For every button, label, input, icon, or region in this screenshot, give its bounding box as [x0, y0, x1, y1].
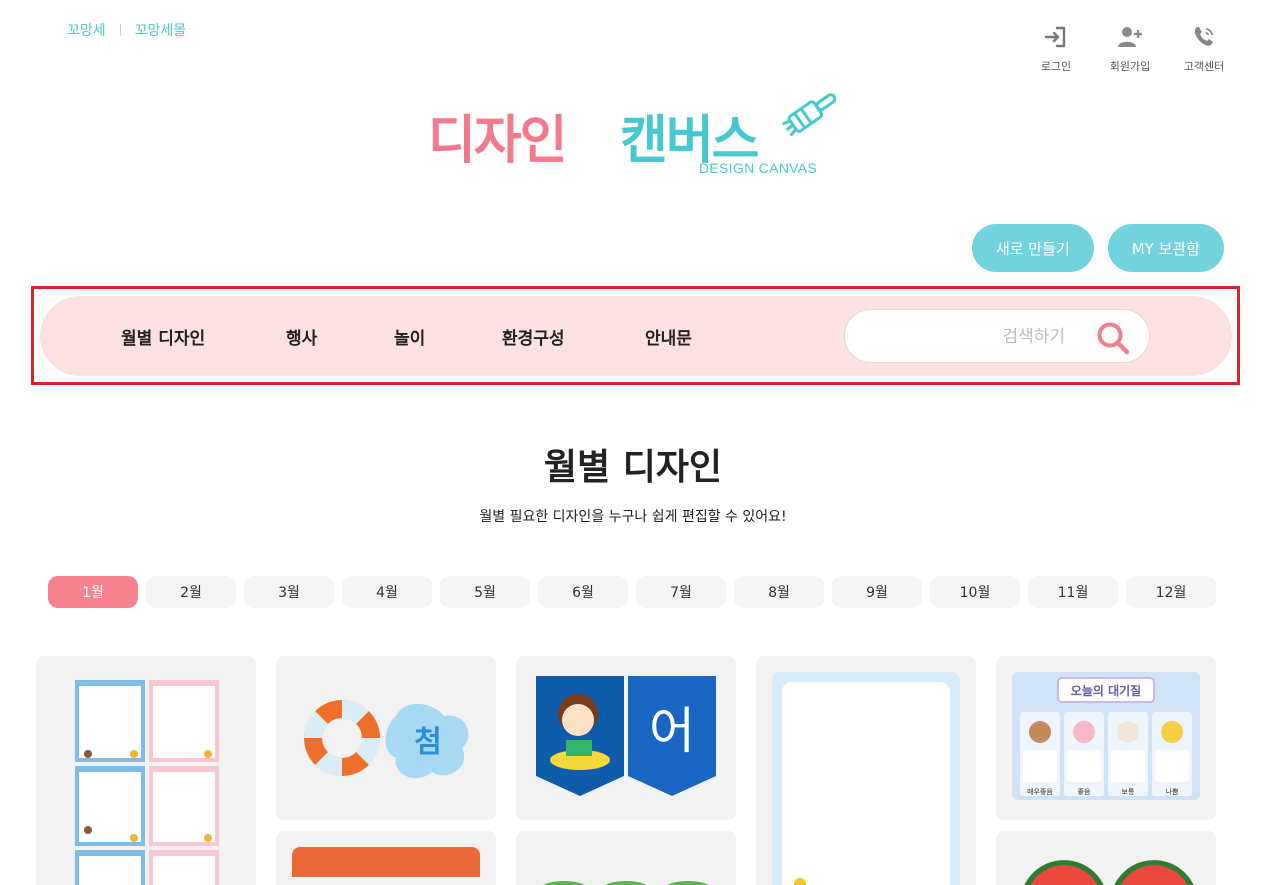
month-tab-4[interactable]: 4월 [342, 576, 432, 608]
watermelon-thumbnail [1024, 860, 1194, 885]
action-buttons: 새로 만들기 MY 보관함 [971, 224, 1224, 272]
new-design-button[interactable]: 새로 만들기 [971, 224, 1094, 272]
nav-item-environment[interactable]: 환경구성 [502, 324, 565, 349]
banner-thumbnail: 어 [536, 676, 716, 796]
link-kkomangse[interactable]: 꼬망세 [67, 20, 106, 40]
swim-tube-thumbnail: 첨 [303, 699, 469, 779]
my-storage-button[interactable]: MY 보관함 [1107, 224, 1224, 272]
login-label: 로그인 [1040, 60, 1072, 73]
month-tab-12[interactable]: 12월 [1126, 576, 1216, 608]
login-button[interactable]: 로그인 [1034, 24, 1078, 74]
main-nav: 월별 디자인 행사 놀이 환경구성 안내문 [40, 296, 1232, 376]
search-icon[interactable] [1095, 320, 1131, 356]
design-card-watermelon-strip[interactable] [276, 831, 496, 885]
month-tab-2[interactable]: 2월 [146, 576, 236, 608]
login-icon [1044, 26, 1066, 48]
utility-menu: 로그인 회원가입 고객센터 [1034, 24, 1226, 74]
month-tab-6[interactable]: 6월 [538, 576, 628, 608]
month-tab-8[interactable]: 8월 [734, 576, 824, 608]
tube-letter: 첨 [414, 725, 442, 760]
board-title: 오늘의 대기질 [1071, 683, 1141, 698]
search-input[interactable] [865, 324, 1065, 350]
link-kkomangse-mall[interactable]: 꼬망세몰 [135, 20, 187, 40]
nav-item-event[interactable]: 행사 [286, 324, 317, 349]
month-tab-1[interactable]: 1월 [48, 576, 138, 608]
signup-button[interactable]: 회원가입 [1108, 24, 1152, 74]
logo-subtitle: DESIGN CANVAS [699, 160, 817, 176]
green-shapes-thumbnail [543, 881, 709, 885]
month-tab-3[interactable]: 3월 [244, 576, 334, 608]
nav-item-monthly[interactable]: 월별 디자인 [121, 324, 205, 349]
photo-frame-thumbnail [75, 680, 219, 885]
month-tab-5[interactable]: 5월 [440, 576, 530, 608]
top-links: 꼬망세 꼬망세몰 [67, 20, 186, 40]
paint-brush-icon [781, 93, 837, 137]
month-tab-7[interactable]: 7월 [636, 576, 726, 608]
design-card-photo-frames[interactable] [36, 656, 256, 885]
board-label-good: 좋음 [1078, 788, 1091, 796]
month-tab-10[interactable]: 10월 [930, 576, 1020, 608]
watermelon-strip-thumbnail [292, 847, 480, 877]
customer-center-label: 고객센터 [1183, 60, 1225, 73]
design-card-green-shapes[interactable] [516, 831, 736, 885]
design-card-watermelon[interactable] [996, 831, 1216, 885]
month-tab-11[interactable]: 11월 [1028, 576, 1118, 608]
board-label-very-good: 매우좋음 [1027, 788, 1053, 796]
nav-item-notice[interactable]: 안내문 [645, 324, 692, 349]
air-quality-thumbnail: 오늘의 대기질 매우좋음 좋음 보통 나쁨 [1012, 672, 1200, 800]
design-card-blue-frame[interactable] [756, 656, 976, 885]
search-box [844, 309, 1150, 363]
add-user-icon [1118, 27, 1142, 47]
divider [119, 24, 121, 36]
nav-item-play[interactable]: 놀이 [394, 324, 425, 349]
design-card-air-quality[interactable]: 오늘의 대기질 매우좋음 좋음 보통 나쁨 [996, 656, 1216, 820]
logo-text-design: 디자인 [428, 111, 568, 171]
site-logo[interactable]: 디자인 캔버스 DESIGN CANVAS [428, 80, 848, 180]
month-tabs: 1월 2월 3월 4월 5월 6월 7월 8월 9월 10월 11월 12월 [48, 576, 1216, 608]
phone-icon [1194, 27, 1213, 46]
board-label-bad: 나쁨 [1166, 787, 1179, 796]
board-label-normal: 보통 [1122, 788, 1135, 796]
design-card-swim-tube[interactable]: 첨 [276, 656, 496, 820]
section-description: 월별 필요한 디자인을 누구나 쉽게 편집할 수 있어요! [479, 509, 787, 525]
banner-letter: 어 [649, 702, 695, 760]
customer-center-button[interactable]: 고객센터 [1182, 24, 1226, 74]
signup-label: 회원가입 [1109, 60, 1151, 73]
month-tab-9[interactable]: 9월 [832, 576, 922, 608]
design-card-banner[interactable]: 어 [516, 656, 736, 820]
blue-frame-thumbnail [772, 672, 960, 885]
section-title: 월별 디자인 [543, 447, 723, 488]
